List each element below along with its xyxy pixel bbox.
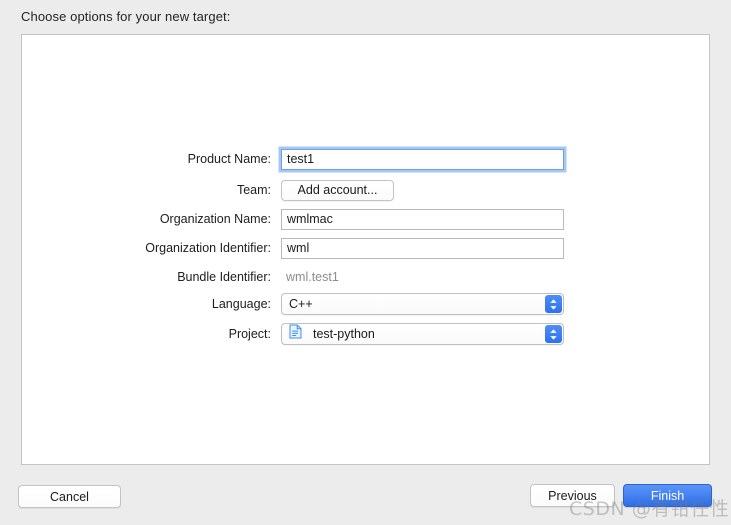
bundle-identifier-value: wml.test1 [286,270,339,284]
chevron-up-down-icon[interactable] [545,295,562,313]
project-select-value: test-python [313,327,375,341]
dialog-prompt: Choose options for your new target: [21,9,231,24]
label-product-name: Product Name: [187,152,271,166]
row-language: Language: C++ [22,293,709,315]
row-bundle-identifier: Bundle Identifier: wml.test1 [22,266,709,288]
organization-identifier-input[interactable] [281,237,564,259]
row-project: Project: test-python [22,323,709,345]
row-team: Team: Add account... [22,179,709,201]
control-project: test-python [281,323,564,345]
options-panel: Product Name: Team: Add account... Organ… [21,34,710,465]
document-icon [289,324,302,344]
control-team: Add account... [281,179,394,201]
language-select[interactable]: C++ [281,293,564,315]
language-select-value: C++ [289,297,313,311]
cancel-button[interactable]: Cancel [18,485,121,508]
label-language: Language: [211,297,271,311]
control-bundle-identifier: wml.test1 [281,266,339,288]
label-project: Project: [228,327,271,341]
product-name-input[interactable] [281,148,564,170]
control-organization-name [281,208,564,230]
row-organization-identifier: Organization Identifier: [22,237,709,259]
chevron-up-down-icon[interactable] [545,325,562,343]
control-language: C++ [281,293,564,315]
organization-name-input[interactable] [281,208,564,230]
target-options-dialog: Choose options for your new target: Prod… [0,0,731,525]
control-organization-identifier [281,237,564,259]
row-organization-name: Organization Name: [22,208,709,230]
label-organization-identifier: Organization Identifier: [145,241,271,255]
label-team: Team: [236,183,271,197]
label-organization-name: Organization Name: [159,212,271,226]
label-bundle-identifier: Bundle Identifier: [177,270,271,284]
row-product-name: Product Name: [22,148,709,170]
finish-button[interactable]: Finish [623,484,712,507]
add-account-button[interactable]: Add account... [281,179,394,201]
project-select[interactable]: test-python [281,323,564,345]
previous-button[interactable]: Previous [530,484,615,507]
control-product-name [281,148,564,170]
